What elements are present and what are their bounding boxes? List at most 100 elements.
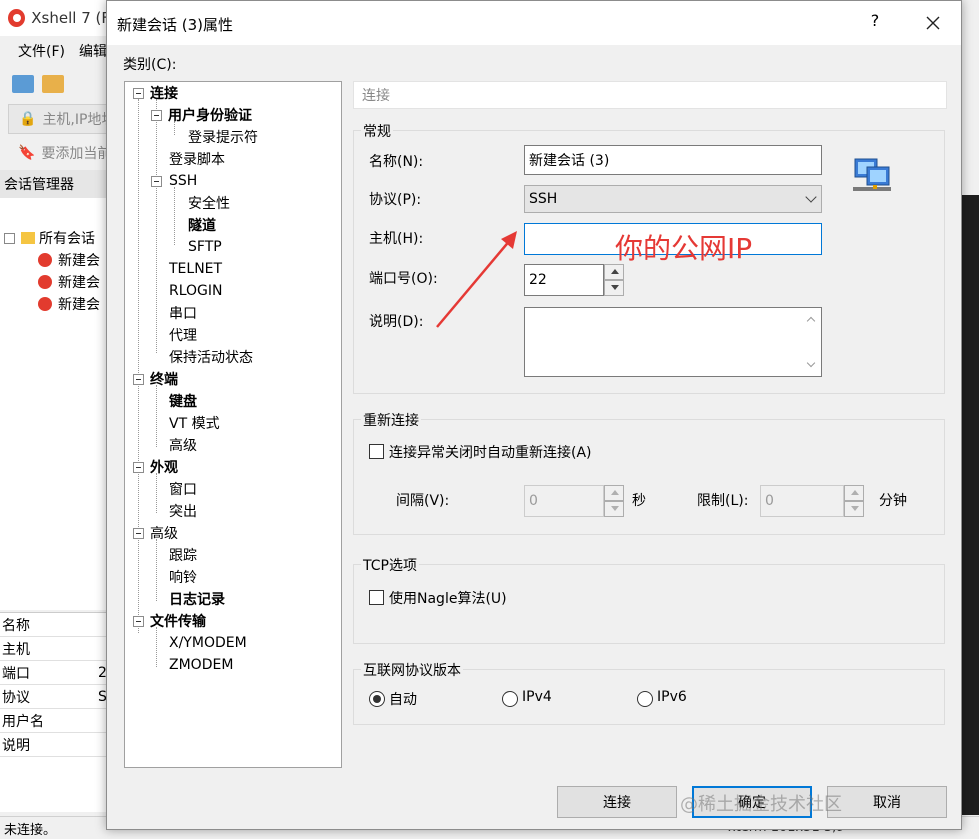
main-toolbar	[0, 66, 110, 102]
folder-icon	[21, 232, 35, 244]
spin-up-icon[interactable]	[844, 485, 864, 501]
tree-item-keepalive[interactable]: 保持活动状态	[169, 346, 253, 368]
tree-item-login-prompt[interactable]: 登录提示符	[188, 126, 258, 148]
limit-label: 限制(L):	[697, 493, 749, 509]
open-folder-icon[interactable]	[42, 75, 64, 93]
ip-auto-label[interactable]: 自动	[389, 689, 417, 709]
collapse-icon[interactable]	[133, 374, 144, 385]
scroll-up-icon[interactable]	[806, 316, 816, 326]
textarea-scrollbar[interactable]	[804, 308, 821, 376]
limit-value: 0	[765, 493, 774, 509]
annotation-text: 你的公网IP	[615, 232, 753, 265]
spin-down-icon[interactable]	[604, 501, 624, 517]
protocol-value: SSH	[529, 191, 558, 207]
annotation-arrow-icon	[436, 231, 517, 328]
tree-item-file-transfer[interactable]: 文件传输	[150, 610, 206, 632]
ip-auto-radio[interactable]	[369, 691, 385, 707]
add-hint-bar: 🔖 要添加当前	[8, 138, 110, 168]
close-button[interactable]	[919, 9, 947, 37]
tree-item-window[interactable]: 窗口	[169, 478, 197, 500]
tree-session-item[interactable]: 新建会	[38, 293, 100, 315]
name-label: 名称(N):	[369, 154, 424, 170]
tree-label: 高级	[169, 438, 197, 454]
auto-reconnect-checkbox[interactable]	[369, 444, 384, 459]
cancel-button[interactable]: 取消	[827, 786, 947, 818]
tree-item-vt-mode[interactable]: VT 模式	[169, 412, 220, 434]
tree-label: 用户身份验证	[168, 108, 252, 124]
prop-key: 主机	[2, 641, 30, 658]
new-session-icon[interactable]	[12, 75, 34, 93]
tree-item-serial[interactable]: 串口	[169, 302, 197, 324]
tree-item-rlogin[interactable]: RLOGIN	[169, 280, 223, 302]
tree-line	[138, 99, 139, 633]
tree-root-row[interactable]: 所有会话	[4, 227, 95, 249]
interval-input[interactable]: 0	[524, 485, 604, 517]
tree-item-advanced[interactable]: 高级	[150, 522, 178, 544]
interval-stepper[interactable]	[604, 485, 624, 517]
session-icon	[38, 253, 52, 267]
category-label-text: 类别(C):	[123, 57, 177, 73]
tree-label: 隧道	[188, 218, 216, 234]
address-bar[interactable]: 🔒 主机,IP地址	[8, 104, 110, 134]
tree-item-logging[interactable]: 日志记录	[169, 588, 225, 610]
bookmark-icon: 🔖	[18, 145, 36, 161]
main-titlebar: Xshell 7 (F	[0, 0, 110, 36]
collapse-icon[interactable]	[151, 110, 162, 121]
name-input[interactable]: 新建会话 (3)	[524, 145, 822, 175]
tree-line	[156, 627, 157, 667]
limit-stepper[interactable]	[844, 485, 864, 517]
collapse-icon[interactable]	[133, 616, 144, 627]
close-icon	[926, 16, 940, 30]
spin-down-icon[interactable]	[844, 501, 864, 517]
tree-session-item[interactable]: 新建会	[38, 249, 100, 271]
collapse-icon[interactable]	[151, 176, 162, 187]
cancel-label: 取消	[873, 795, 901, 811]
session-icon	[38, 275, 52, 289]
tree-label: TELNET	[169, 261, 223, 277]
nagle-checkbox[interactable]	[369, 590, 384, 605]
collapse-icon[interactable]	[133, 462, 144, 473]
tree-item-keyboard[interactable]: 键盘	[169, 390, 197, 412]
help-button[interactable]: ?	[863, 11, 887, 35]
ipv4-radio[interactable]	[502, 691, 518, 707]
main-title: Xshell 7 (F	[31, 9, 110, 27]
tree-item-highlight[interactable]: 突出	[169, 500, 197, 522]
menu-file[interactable]: 文件(F)	[18, 41, 65, 61]
tree-item-zmodem[interactable]: ZMODEM	[169, 654, 233, 676]
tree-item-appearance[interactable]: 外观	[150, 456, 178, 478]
auto-reconnect-label[interactable]: 连接异常关闭时自动重新连接(A)	[389, 442, 592, 462]
spin-up-icon[interactable]	[604, 485, 624, 501]
tree-label: 高级	[150, 526, 178, 542]
tree-item-tunnel[interactable]: 隧道	[188, 214, 216, 236]
tree-item-bell[interactable]: 响铃	[169, 566, 197, 588]
tree-session-item[interactable]: 新建会	[38, 271, 100, 293]
menu-edit[interactable]: 编辑	[79, 41, 107, 61]
tree-item-connection[interactable]: 连接	[150, 82, 178, 104]
limit-input[interactable]: 0	[760, 485, 844, 517]
tree-label: 终端	[150, 372, 178, 388]
nagle-label[interactable]: 使用Nagle算法(U)	[389, 588, 507, 608]
scroll-down-icon[interactable]	[806, 358, 816, 368]
ipv4-label[interactable]: IPv4	[522, 689, 552, 705]
protocol-select[interactable]: SSH	[524, 185, 822, 213]
tree-label: SFTP	[188, 239, 222, 255]
tree-item-auth[interactable]: 用户身份验证	[168, 104, 252, 126]
tree-item-security[interactable]: 安全性	[188, 192, 230, 214]
ip-version-group-title: 互联网协议版本	[361, 660, 463, 680]
tree-item-xymodem[interactable]: X/YMODEM	[169, 632, 247, 654]
interval-label: 间隔(V):	[396, 493, 450, 509]
tree-item-proxy[interactable]: 代理	[169, 324, 197, 346]
collapse-icon[interactable]	[133, 528, 144, 539]
tree-item-terminal[interactable]: 终端	[150, 368, 178, 390]
tree-item-telnet[interactable]: TELNET	[169, 258, 222, 280]
prop-key: 端口	[2, 665, 30, 682]
tree-item-terminal-advanced[interactable]: 高级	[169, 434, 197, 456]
tree-item-trace[interactable]: 跟踪	[169, 544, 197, 566]
tree-item-ssh[interactable]: SSH	[169, 170, 197, 192]
ipv6-radio[interactable]	[637, 691, 653, 707]
ipv6-label[interactable]: IPv6	[657, 689, 687, 705]
connect-button[interactable]: 连接	[557, 786, 677, 818]
tree-item-login-script[interactable]: 登录脚本	[169, 148, 225, 170]
collapse-icon[interactable]	[133, 88, 144, 99]
tree-item-sftp[interactable]: SFTP	[188, 236, 222, 258]
